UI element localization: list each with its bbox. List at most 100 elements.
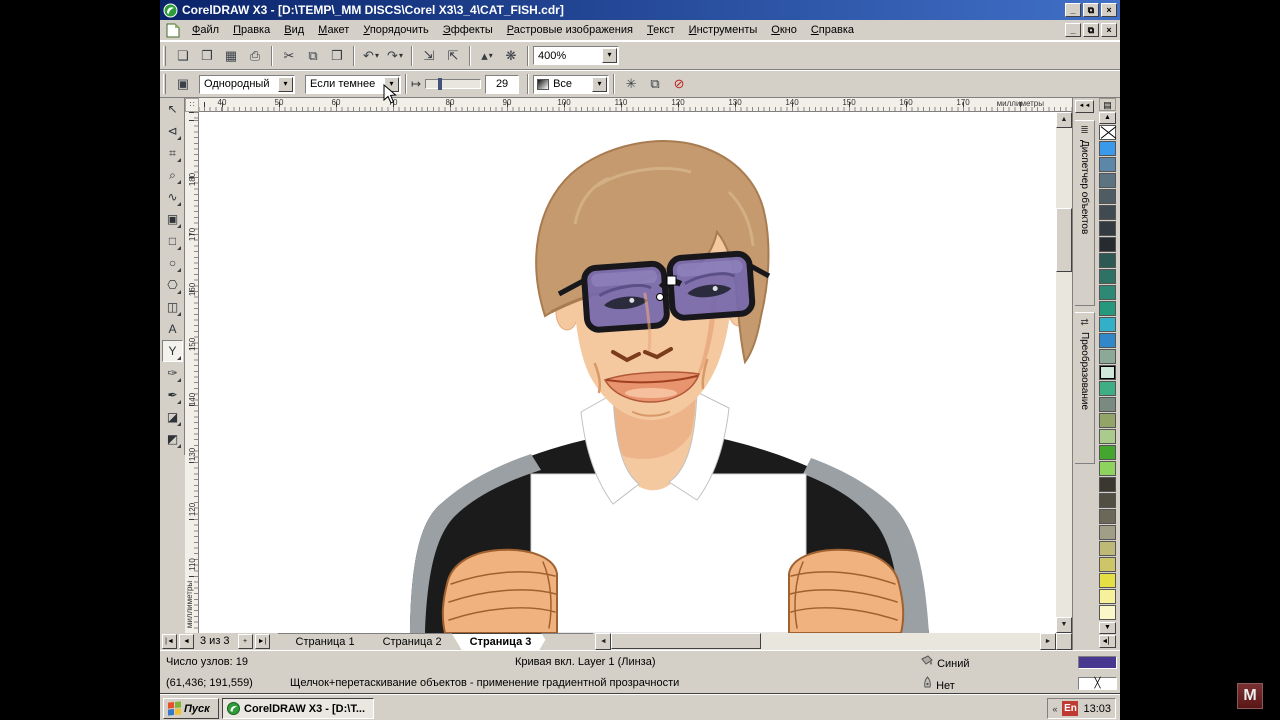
color-swatch[interactable] bbox=[1099, 525, 1116, 540]
flyout-arrow-icon[interactable] bbox=[177, 224, 181, 228]
copy-button[interactable]: ⧉ bbox=[301, 44, 325, 68]
close-button[interactable]: × bbox=[1101, 3, 1117, 17]
color-swatch[interactable] bbox=[1099, 461, 1116, 476]
basic-shapes-tool[interactable]: ◫ bbox=[162, 296, 183, 318]
horizontal-scroll-thumb[interactable] bbox=[611, 633, 761, 649]
flyout-arrow-icon[interactable] bbox=[177, 180, 181, 184]
color-swatch[interactable] bbox=[1099, 205, 1116, 220]
color-swatch[interactable] bbox=[1099, 541, 1116, 556]
color-swatch[interactable] bbox=[1099, 253, 1116, 268]
zoom-level-combo[interactable]: 400% ▾ bbox=[533, 46, 619, 65]
color-swatch[interactable] bbox=[1099, 589, 1116, 604]
color-swatch[interactable] bbox=[1099, 317, 1116, 332]
application-launcher-button[interactable]: ▴▾ bbox=[475, 44, 499, 68]
mdi-minimize-button[interactable]: _ bbox=[1065, 23, 1081, 37]
menu-edit[interactable]: Правка bbox=[226, 21, 277, 39]
drawing-man-with-sheet[interactable] bbox=[199, 112, 1056, 633]
zoom-tool[interactable]: ⌕ bbox=[162, 164, 183, 186]
color-swatch[interactable] bbox=[1099, 157, 1116, 172]
dropdown-arrow-icon[interactable]: ▾ bbox=[399, 51, 403, 60]
smart-fill-tool[interactable]: ▣ bbox=[162, 208, 183, 230]
property-bar-drag-handle[interactable] bbox=[163, 74, 166, 94]
vertical-ruler[interactable]: миллиметры 180170160150140130120110 bbox=[185, 112, 199, 633]
collapse-dockers-button[interactable]: ◄◄ bbox=[1075, 100, 1094, 113]
palette-scroll-up-button[interactable]: ▲ bbox=[1099, 112, 1116, 124]
paste-button[interactable]: ❒ bbox=[325, 44, 349, 68]
color-swatch[interactable] bbox=[1099, 445, 1116, 460]
color-swatch[interactable] bbox=[1099, 189, 1116, 204]
color-swatch[interactable] bbox=[1099, 349, 1116, 364]
color-swatch[interactable] bbox=[1099, 397, 1116, 412]
palette-menu-icon[interactable]: ▤ bbox=[1099, 98, 1116, 111]
chevron-down-icon[interactable]: ▾ bbox=[592, 77, 607, 92]
color-swatch[interactable] bbox=[1099, 221, 1116, 236]
flyout-arrow-icon[interactable] bbox=[177, 378, 181, 382]
flyout-arrow-icon[interactable] bbox=[177, 444, 181, 448]
shape-tool[interactable]: ⊲ bbox=[162, 120, 183, 142]
language-indicator[interactable]: En bbox=[1062, 701, 1078, 716]
eyedropper-tool[interactable]: ✑ bbox=[162, 362, 183, 384]
menu-help[interactable]: Справка bbox=[804, 21, 861, 39]
chevron-down-icon[interactable]: ▾ bbox=[278, 77, 293, 92]
color-swatch[interactable] bbox=[1099, 269, 1116, 284]
palette-flyout-button[interactable]: ◄▏ bbox=[1099, 635, 1116, 648]
freehand-tool[interactable]: ∿ bbox=[162, 186, 183, 208]
transparency-value-input[interactable]: 29 bbox=[485, 75, 519, 94]
slider-thumb[interactable] bbox=[438, 78, 442, 90]
redo-button[interactable]: ↷▾ bbox=[383, 44, 407, 68]
interactive-fill-tool[interactable]: ◩ bbox=[162, 428, 183, 450]
transparency-target-combo[interactable]: Все ▾ bbox=[533, 75, 609, 94]
color-swatch[interactable] bbox=[1099, 493, 1116, 508]
vertical-scrollbar[interactable]: ▲ ▼ bbox=[1056, 112, 1072, 633]
docker-tab-transformation[interactable]: ⇄ Преобразование bbox=[1075, 312, 1095, 464]
mdi-close-button[interactable]: × bbox=[1101, 23, 1117, 37]
palette-scroll-down-button[interactable]: ▼ bbox=[1099, 622, 1116, 634]
color-swatch[interactable] bbox=[1099, 557, 1116, 572]
flyout-arrow-icon[interactable] bbox=[177, 290, 181, 294]
add-page-button[interactable]: + bbox=[238, 634, 253, 649]
menu-effects[interactable]: Эффекты bbox=[436, 21, 500, 39]
prev-page-button[interactable]: ◄ bbox=[179, 634, 194, 649]
undo-button[interactable]: ↶▾ bbox=[359, 44, 383, 68]
interactive-transparency-tool[interactable]: Y bbox=[162, 340, 183, 362]
flyout-arrow-icon[interactable] bbox=[177, 312, 181, 316]
export-button[interactable]: ⇱ bbox=[441, 44, 465, 68]
first-page-button[interactable]: |◄ bbox=[162, 634, 177, 649]
save-button[interactable]: ▦ bbox=[219, 44, 243, 68]
print-button[interactable]: ⎙ bbox=[243, 44, 267, 68]
tray-collapse-icon[interactable]: « bbox=[1052, 704, 1057, 714]
menu-file[interactable]: Файл bbox=[185, 21, 226, 39]
polygon-tool[interactable]: ⎔ bbox=[162, 274, 183, 296]
scroll-right-button[interactable]: ► bbox=[1040, 633, 1056, 650]
flyout-arrow-icon[interactable] bbox=[177, 400, 181, 404]
color-swatch[interactable] bbox=[1099, 365, 1116, 380]
new-document-button[interactable]: ❏ bbox=[171, 44, 195, 68]
color-swatch[interactable] bbox=[1099, 141, 1116, 156]
color-swatch[interactable] bbox=[1099, 413, 1116, 428]
title-bar[interactable]: CorelDRAW X3 - [D:\TEMP\_MM DISCS\Corel … bbox=[160, 0, 1120, 20]
chevron-down-icon[interactable]: ▾ bbox=[602, 48, 617, 63]
color-swatch[interactable] bbox=[1099, 285, 1116, 300]
color-swatch[interactable] bbox=[1099, 237, 1116, 252]
color-swatch[interactable] bbox=[1099, 333, 1116, 348]
color-swatch[interactable] bbox=[1099, 429, 1116, 444]
mdi-restore-button[interactable]: ⧉ bbox=[1083, 23, 1099, 37]
flyout-arrow-icon[interactable] bbox=[177, 356, 181, 360]
color-swatch[interactable] bbox=[1099, 301, 1116, 316]
flyout-arrow-icon[interactable] bbox=[177, 246, 181, 250]
crop-tool[interactable]: ⌗ bbox=[162, 142, 183, 164]
menu-view[interactable]: Вид bbox=[277, 21, 311, 39]
no-color-swatch[interactable] bbox=[1099, 125, 1116, 140]
menu-window[interactable]: Окно bbox=[764, 21, 804, 39]
chevron-down-icon[interactable]: ▾ bbox=[384, 77, 399, 92]
dropdown-arrow-icon[interactable]: ▾ bbox=[489, 51, 493, 60]
edit-transparency-button[interactable]: ▣ bbox=[171, 72, 195, 96]
flyout-arrow-icon[interactable] bbox=[177, 202, 181, 206]
restore-button[interactable]: ⧉ bbox=[1083, 3, 1099, 17]
scroll-down-button[interactable]: ▼ bbox=[1056, 617, 1072, 633]
canvas[interactable] bbox=[199, 112, 1056, 633]
text-tool[interactable]: A bbox=[162, 318, 183, 340]
freeze-transparency-button[interactable]: ✳ bbox=[619, 72, 643, 96]
horizontal-ruler[interactable]: миллиметры 30405060708090100110120130140… bbox=[199, 98, 1072, 112]
color-swatch[interactable] bbox=[1099, 605, 1116, 620]
